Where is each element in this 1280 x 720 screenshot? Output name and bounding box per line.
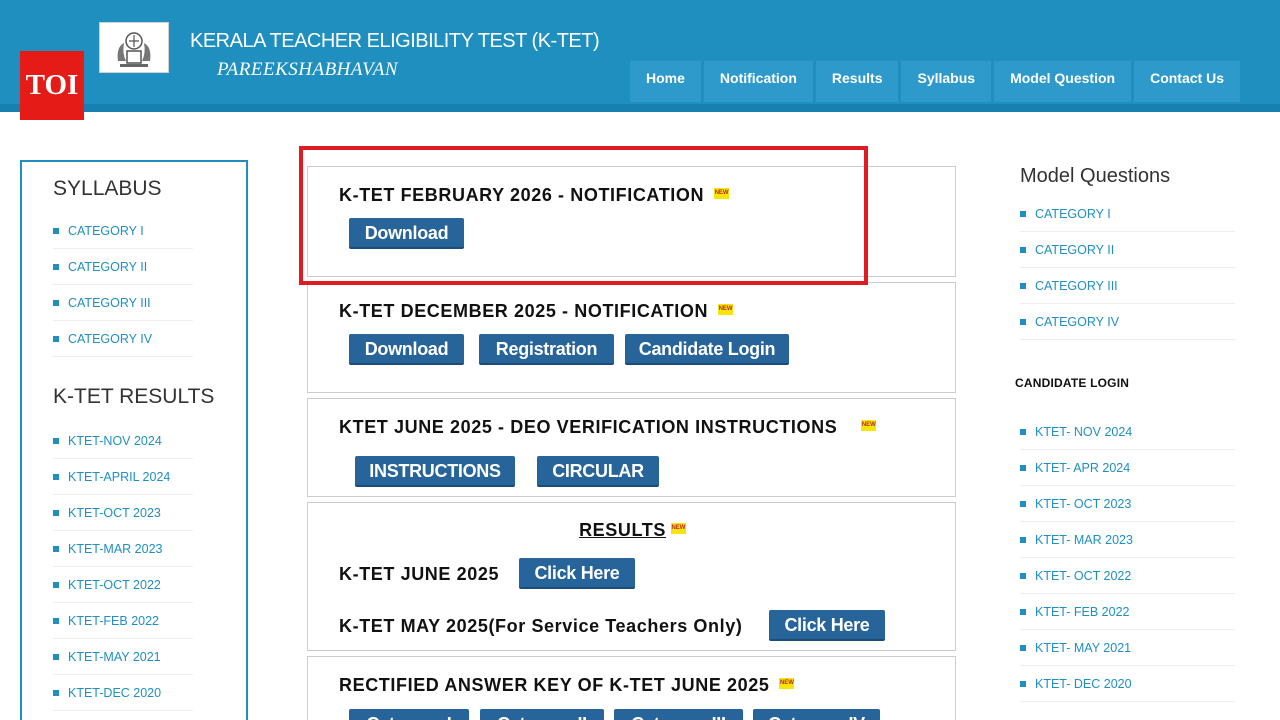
login-link-dec-2020[interactable]: KTET- DEC 2020	[1020, 666, 1235, 702]
bullet-icon	[1020, 500, 1026, 507]
result-link-oct-2022[interactable]: KTET-OCT 2022	[53, 567, 193, 603]
result-link-may-2021[interactable]: KTET-MAY 2021	[53, 639, 193, 675]
syllabus-link-category-1[interactable]: CATEGORY I	[53, 213, 193, 249]
bullet-icon	[53, 581, 59, 588]
main-nav: Home Notification Results Syllabus Model…	[630, 61, 1240, 102]
result-link-apr-2024[interactable]: KTET-APRIL 2024	[53, 459, 193, 495]
bullet-icon	[1020, 464, 1026, 471]
login-link-oct-2022[interactable]: KTET- OCT 2022	[1020, 558, 1235, 594]
bullet-icon	[53, 227, 59, 234]
model-link-category-3[interactable]: CATEGORY III	[1020, 268, 1235, 304]
answer-key-title: RECTIFIED ANSWER KEY OF K-TET JUNE 2025 N…	[339, 675, 795, 695]
bullet-icon	[1020, 318, 1026, 325]
answer-key-category-3-button[interactable]: Category III	[614, 709, 743, 720]
result-link-oct-2023[interactable]: KTET-OCT 2023	[53, 495, 193, 531]
toi-logo: TOI	[20, 51, 84, 120]
dec-2025-candidate-login-button[interactable]: Candidate Login	[625, 334, 789, 365]
bullet-icon	[1020, 608, 1026, 615]
highlight-box	[299, 146, 868, 285]
candidate-login-list: KTET- NOV 2024 KTET- APR 2024 KTET- OCT …	[1020, 414, 1235, 702]
bullet-icon	[1020, 210, 1026, 217]
bullet-icon	[1020, 680, 1026, 687]
bullet-icon	[53, 545, 59, 552]
results-june-2025-label: K-TET JUNE 2025	[339, 564, 500, 584]
bullet-icon	[1020, 536, 1026, 543]
syllabus-link-category-3[interactable]: CATEGORY III	[53, 285, 193, 321]
bullet-icon	[53, 653, 59, 660]
result-link-nov-2024[interactable]: KTET-NOV 2024	[53, 423, 193, 459]
bullet-icon	[53, 335, 59, 342]
new-badge-icon: NEW	[670, 522, 686, 534]
bullet-icon	[53, 473, 59, 480]
bullet-icon	[53, 509, 59, 516]
login-link-oct-2023[interactable]: KTET- OCT 2023	[1020, 486, 1235, 522]
model-link-category-4[interactable]: CATEGORY IV	[1020, 304, 1235, 340]
result-link-feb-2022[interactable]: KTET-FEB 2022	[53, 603, 193, 639]
model-questions-list: CATEGORY I CATEGORY II CATEGORY III CATE…	[1020, 196, 1235, 340]
dec-2025-title: K-TET DECEMBER 2025 - NOTIFICATION NEW	[339, 301, 734, 321]
deo-circular-button[interactable]: CIRCULAR	[537, 456, 659, 487]
new-badge-icon: NEW	[718, 303, 734, 315]
site-subtitle: PAREEKSHABHAVAN	[217, 59, 399, 80]
left-sidebar: SYLLABUS CATEGORY I CATEGORY II CATEGORY…	[20, 160, 248, 720]
login-link-nov-2024[interactable]: KTET- NOV 2024	[1020, 414, 1235, 450]
bullet-icon	[53, 437, 59, 444]
bullet-icon	[1020, 644, 1026, 651]
panel-dec-2025-notification: K-TET DECEMBER 2025 - NOTIFICATION NEW Do…	[307, 282, 956, 393]
bullet-icon	[53, 617, 59, 624]
results-may-2025-service-label: K-TET MAY 2025(For Service Teachers Only…	[339, 616, 743, 636]
nav-model-question[interactable]: Model Question	[994, 61, 1132, 102]
login-link-mar-2023[interactable]: KTET- MAR 2023	[1020, 522, 1235, 558]
new-badge-icon: NEW	[861, 419, 877, 431]
results-may-2025-click-here-button[interactable]: Click Here	[769, 610, 885, 641]
login-link-apr-2024[interactable]: KTET- APR 2024	[1020, 450, 1235, 486]
site-title: KERALA TEACHER ELIGIBILITY TEST (K-TET)	[190, 30, 600, 52]
syllabus-list: CATEGORY I CATEGORY II CATEGORY III CATE…	[53, 213, 193, 357]
login-link-feb-2022[interactable]: KTET- FEB 2022	[1020, 594, 1235, 630]
nav-results[interactable]: Results	[815, 61, 899, 102]
deo-verification-title: KTET JUNE 2025 - DEO VERIFICATION INSTRU…	[339, 417, 877, 437]
candidate-login-heading: CANDIDATE LOGIN	[1015, 376, 1130, 390]
bullet-icon	[53, 299, 59, 306]
panel-june-2025-deo-verification: KTET JUNE 2025 - DEO VERIFICATION INSTRU…	[307, 398, 956, 497]
login-link-may-2021[interactable]: KTET- MAY 2021	[1020, 630, 1235, 666]
answer-key-category-1-button[interactable]: Category I	[349, 709, 469, 720]
model-link-category-2[interactable]: CATEGORY II	[1020, 232, 1235, 268]
nav-syllabus[interactable]: Syllabus	[901, 61, 992, 102]
answer-key-category-4-button[interactable]: Category IV	[753, 709, 880, 720]
bullet-icon	[53, 689, 59, 696]
kerala-emblem	[99, 22, 169, 73]
nav-contact-us[interactable]: Contact Us	[1134, 61, 1240, 102]
right-sidebar: Model Questions CATEGORY I CATEGORY II C…	[1015, 165, 1245, 702]
answer-key-category-2-button[interactable]: Category II	[480, 709, 604, 720]
syllabus-heading: SYLLABUS	[53, 177, 162, 200]
nav-home[interactable]: Home	[630, 61, 701, 102]
emblem-icon	[117, 31, 151, 67]
results-june-2025-click-here-button[interactable]: Click Here	[519, 558, 635, 589]
ktet-results-list: KTET-NOV 2024 KTET-APRIL 2024 KTET-OCT 2…	[53, 423, 193, 711]
bullet-icon	[1020, 428, 1026, 435]
syllabus-link-category-2[interactable]: CATEGORY II	[53, 249, 193, 285]
bullet-icon	[53, 263, 59, 270]
site-header: KERALA TEACHER ELIGIBILITY TEST (K-TET) …	[0, 0, 1280, 112]
panel-rectified-answer-key: RECTIFIED ANSWER KEY OF K-TET JUNE 2025 N…	[307, 656, 956, 720]
panel-results: RESULTS NEW K-TET JUNE 2025 Click Here K-…	[307, 502, 956, 651]
result-link-dec-2020[interactable]: KTET-DEC 2020	[53, 675, 193, 711]
ktet-results-heading: K-TET RESULTS	[53, 385, 215, 408]
deo-instructions-button[interactable]: INSTRUCTIONS	[355, 456, 515, 487]
dec-2025-registration-button[interactable]: Registration	[479, 334, 614, 365]
bullet-icon	[1020, 282, 1026, 289]
model-questions-heading: Model Questions	[1020, 165, 1171, 187]
bullet-icon	[1020, 572, 1026, 579]
dec-2025-download-button[interactable]: Download	[349, 334, 464, 365]
new-badge-icon: NEW	[779, 677, 795, 689]
model-link-category-1[interactable]: CATEGORY I	[1020, 196, 1235, 232]
bullet-icon	[1020, 246, 1026, 253]
result-link-mar-2023[interactable]: KTET-MAR 2023	[53, 531, 193, 567]
nav-notification[interactable]: Notification	[703, 61, 813, 102]
results-heading: RESULTS NEW	[579, 520, 686, 540]
syllabus-link-category-4[interactable]: CATEGORY IV	[53, 321, 193, 357]
